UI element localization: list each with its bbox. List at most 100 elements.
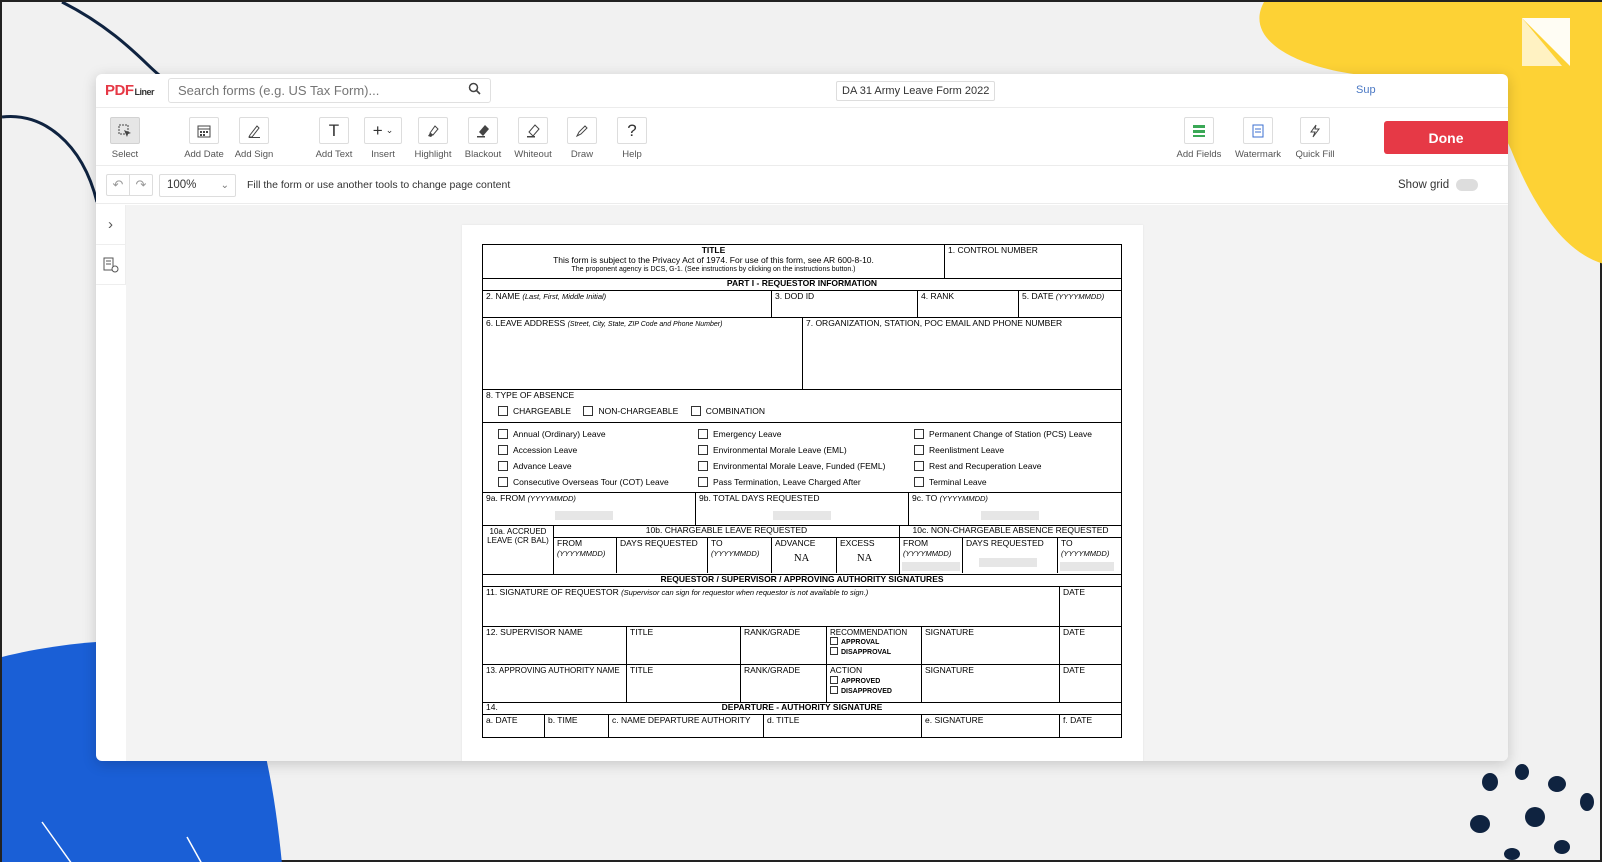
top-bar: PDFLiner DA 31 Army Leave Form 2022 Sup (96, 74, 1508, 108)
tool-add-fields-label: Add Fields (1176, 149, 1222, 160)
departure-title-field[interactable]: d. TITLE (764, 715, 922, 737)
undo-icon[interactable]: ↶ (106, 174, 130, 196)
supervisor-date-field[interactable]: DATE (1060, 627, 1121, 664)
eraser-icon (518, 117, 548, 144)
tool-quick-fill[interactable]: Quick Fill (1285, 117, 1345, 160)
watermark-icon (1243, 117, 1273, 144)
leave-option[interactable]: Accession Leave (498, 445, 683, 457)
departure-signature-field[interactable]: e. SIGNATURE (922, 715, 1060, 737)
highlighter-icon (418, 117, 448, 144)
show-grid-toggle[interactable] (1456, 179, 1478, 191)
departure-date2-field[interactable]: f. DATE (1060, 715, 1121, 737)
leave-option[interactable]: Annual (Ordinary) Leave (498, 429, 683, 441)
pdf-page: TITLE This form is subject to the Privac… (462, 225, 1143, 761)
dod-id-field[interactable]: 3. DOD ID (772, 291, 918, 317)
zoom-select[interactable]: 100% ⌄ (159, 174, 236, 197)
leave-option[interactable]: Consecutive Overseas Tour (COT) Leave (498, 477, 683, 489)
draw-icon (567, 117, 597, 144)
leave-option[interactable]: Advance Leave (498, 461, 683, 473)
lightning-icon (1300, 117, 1330, 144)
leave-option[interactable]: Emergency Leave (698, 429, 899, 441)
leave-option[interactable]: Environmental Morale Leave (EML) (698, 445, 899, 457)
requestor-date-field[interactable]: DATE (1060, 587, 1121, 626)
section-14-number: 14. (486, 702, 498, 712)
document-canvas: TITLE This form is subject to the Privac… (126, 205, 1508, 761)
approval-checkbox[interactable]: APPROVAL (830, 637, 918, 647)
search-icon[interactable] (468, 82, 481, 100)
supervisor-rank-field[interactable]: RANK/GRADE (741, 627, 827, 664)
approving-signature-field[interactable]: SIGNATURE (922, 665, 1060, 702)
approving-date-field[interactable]: DATE (1060, 665, 1121, 702)
accrued-leave-field[interactable]: 10a. ACCRUED LEAVE (CR BAL) (483, 526, 554, 574)
leave-option[interactable]: Permanent Change of Station (PCS) Leave (914, 429, 1121, 441)
date-field[interactable]: 5. DATE (YYYYMMDD) (1019, 291, 1121, 317)
tool-select[interactable]: Select (96, 117, 155, 160)
brand-logo[interactable]: PDFLiner (105, 82, 155, 99)
navy-curve-top (61, 2, 163, 79)
supervisor-signature-field[interactable]: SIGNATURE (922, 627, 1060, 664)
sub-toolbar: ↶ ↷ 100% ⌄ Fill the form or use another t… (96, 166, 1508, 204)
leave-option[interactable]: Terminal Leave (914, 477, 1121, 489)
part1-header: PART I - REQUESTOR INFORMATION (483, 278, 1121, 291)
organization-field[interactable]: 7. ORGANIZATION, STATION, POC EMAIL AND … (803, 318, 1121, 389)
navy-dots (1470, 764, 1594, 860)
done-button[interactable]: Done (1384, 121, 1508, 154)
approving-authority-name-field[interactable]: 13. APPROVING AUTHORITY NAME (483, 665, 627, 702)
tool-add-sign[interactable]: Add Sign (224, 117, 284, 160)
privacy-note: This form is subject to the Privacy Act … (553, 254, 874, 265)
calendar-icon (189, 117, 219, 144)
leave-option[interactable]: Pass Termination, Leave Charged After (698, 477, 899, 489)
non-chargeable-header: 10c. NON-CHARGEABLE ABSENCE REQUESTED (900, 525, 1121, 538)
chargeable-checkbox[interactable]: CHARGEABLE (498, 405, 571, 416)
departure-time-field[interactable]: b. TIME (545, 715, 609, 737)
non-chargeable-checkbox[interactable]: NON-CHARGEABLE (583, 405, 678, 416)
help-icon: ? (617, 117, 647, 144)
control-number-field[interactable]: 1. CONTROL NUMBER (945, 245, 1121, 278)
tool-add-sign-label: Add Sign (234, 149, 274, 160)
approving-title-field[interactable]: TITLE (627, 665, 741, 702)
show-grid-label: Show grid (1398, 179, 1450, 191)
blackout-icon (468, 117, 498, 144)
name-field[interactable]: 2. NAME (Last, First, Middle Initial) (483, 291, 772, 317)
approved-checkbox[interactable]: APPROVED (830, 675, 918, 686)
leave-option[interactable]: Environmental Morale Leave, Funded (FEML… (698, 461, 899, 473)
leave-option[interactable]: Rest and Recuperation Leave (914, 461, 1121, 473)
redo-icon[interactable]: ↷ (129, 174, 153, 196)
search-input[interactable] (168, 78, 491, 103)
plus-icon: + ⌄ (364, 117, 402, 144)
support-link[interactable]: Sup (1356, 84, 1376, 96)
from-date-field[interactable]: 9a. FROM (YYYYMMDD) (483, 493, 696, 525)
text-icon: T (319, 117, 349, 144)
expand-chevron-icon[interactable]: › (96, 205, 125, 245)
tool-help-label: Help (622, 149, 642, 160)
leave-option[interactable]: Reenlistment Leave (914, 445, 1121, 457)
signatures-header: REQUESTOR / SUPERVISOR / APPROVING AUTHO… (483, 574, 1121, 587)
disapproved-checkbox[interactable]: DISAPPROVED (830, 685, 918, 696)
requestor-signature-field[interactable]: 11. SIGNATURE OF REQUESTOR (Supervisor c… (483, 587, 1060, 626)
departure-date-field[interactable]: a. DATE (483, 715, 545, 737)
approving-rank-field[interactable]: RANK/GRADE (741, 665, 827, 702)
total-days-field[interactable]: 9b. TOTAL DAYS REQUESTED (696, 493, 909, 525)
navy-curve-left (2, 114, 99, 203)
document-title[interactable]: DA 31 Army Leave Form 2022 (836, 81, 996, 101)
combination-checkbox[interactable]: COMBINATION (690, 405, 765, 416)
leave-form: TITLE This form is subject to the Privac… (482, 244, 1122, 738)
supervisor-title-field[interactable]: TITLE (627, 627, 741, 664)
tool-help[interactable]: ? Help (602, 117, 662, 160)
to-date-field[interactable]: 9c. TO (YYYYMMDD) (909, 493, 1121, 525)
rank-field[interactable]: 4. RANK (918, 291, 1019, 317)
select-icon (110, 117, 140, 144)
editor-window: PDFLiner DA 31 Army Leave Form 2022 Sup … (96, 74, 1508, 761)
tool-add-fields[interactable]: Add Fields (1169, 117, 1229, 160)
tool-watermark[interactable]: Watermark (1228, 117, 1288, 160)
document-settings-icon[interactable] (96, 245, 125, 285)
leave-address-field[interactable]: 6. LEAVE ADDRESS (Street, City, State, Z… (483, 318, 803, 389)
tool-select-label: Select (111, 149, 139, 160)
supervisor-name-field[interactable]: 12. SUPERVISOR NAME (483, 627, 627, 664)
disapproval-checkbox[interactable]: DISAPPROVAL (830, 647, 918, 657)
left-sidebar: › (96, 205, 126, 285)
zoom-value: 100% (167, 179, 197, 191)
toolbar: Select Add Date Add Sign T Add Text + ⌄ I… (96, 108, 1508, 166)
chevron-down-icon: ⌄ (220, 180, 229, 191)
departure-authority-name-field[interactable]: c. NAME DEPARTURE AUTHORITY (609, 715, 764, 737)
